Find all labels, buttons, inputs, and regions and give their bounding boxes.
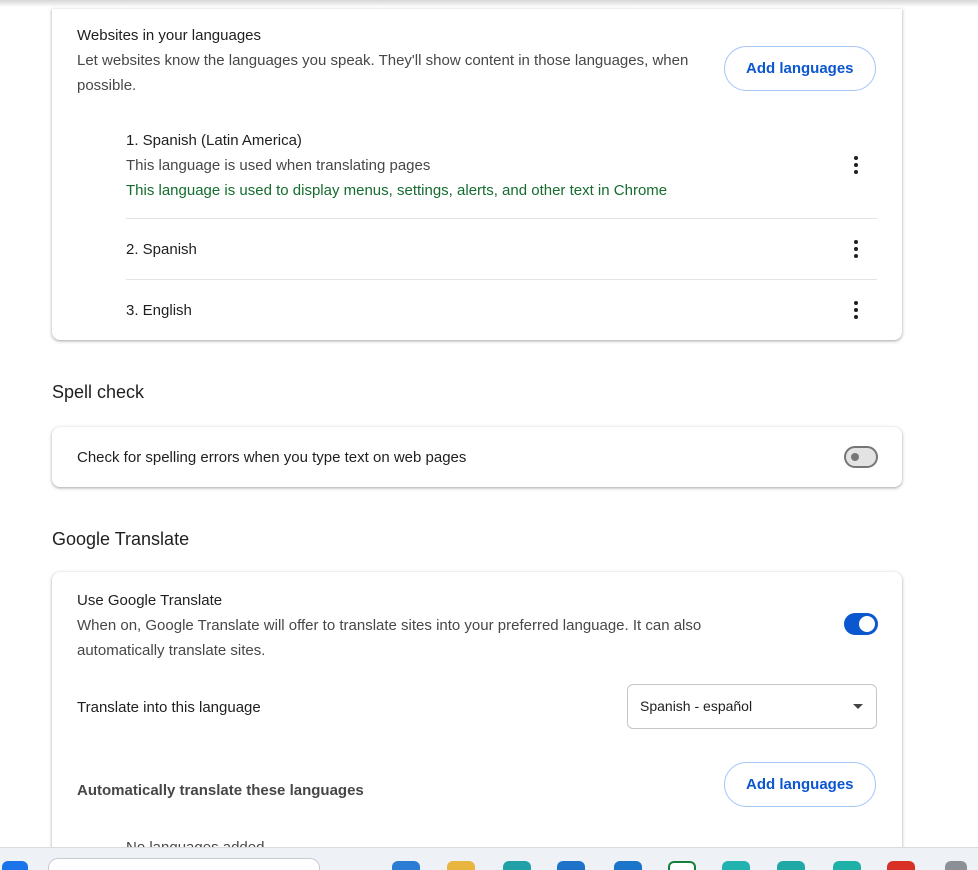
- add-languages-button[interactable]: Add languages: [724, 46, 876, 91]
- more-options-icon[interactable]: [844, 153, 868, 177]
- dropdown-caret-icon: [853, 704, 863, 709]
- spell-check-toggle[interactable]: [844, 446, 878, 468]
- translate-language-value: Spanish - español: [640, 698, 753, 714]
- settings-icon[interactable]: [945, 861, 967, 870]
- scroll-shadow: [0, 0, 978, 7]
- google-translate-toggle[interactable]: [844, 613, 878, 635]
- app-icon[interactable]: [722, 861, 750, 870]
- language-item-ui-note: This language is used to display menus, …: [126, 182, 668, 199]
- language-item-note: This language is used when translating p…: [126, 157, 431, 174]
- app-icon[interactable]: [392, 861, 420, 870]
- languages-card: Websites in your languages Let websites …: [52, 9, 902, 340]
- google-translate-heading: Google Translate: [52, 529, 190, 549]
- app-icon[interactable]: [503, 861, 531, 870]
- chrome-icon[interactable]: [887, 861, 915, 870]
- taskbar: [0, 847, 978, 870]
- use-translate-title: Use Google Translate: [77, 592, 223, 609]
- language-item-label: 3. English: [126, 302, 192, 319]
- translate-language-select[interactable]: Spanish - español: [627, 684, 877, 729]
- more-options-icon[interactable]: [844, 298, 868, 322]
- spell-check-heading: Spell check: [52, 382, 145, 402]
- language-item-label: 1. Spanish (Latin America): [126, 132, 302, 149]
- divider: [126, 279, 877, 280]
- spell-check-label: Check for spelling errors when you type …: [77, 449, 467, 466]
- app-icon[interactable]: [777, 861, 805, 870]
- store-icon[interactable]: [557, 861, 585, 870]
- use-translate-description: When on, Google Translate will offer to …: [77, 617, 702, 659]
- toggle-knob: [851, 453, 859, 461]
- auto-translate-label: Automatically translate these languages: [77, 782, 364, 799]
- start-icon[interactable]: [2, 861, 28, 870]
- add-auto-translate-languages-button[interactable]: Add languages: [724, 762, 876, 807]
- more-options-icon[interactable]: [844, 237, 868, 261]
- taskbar-search-box[interactable]: [48, 858, 320, 870]
- app-icon[interactable]: [614, 861, 642, 870]
- language-item-label: 2. Spanish: [126, 241, 197, 258]
- divider: [126, 218, 877, 219]
- app-icon[interactable]: [668, 861, 696, 870]
- translate-into-label: Translate into this language: [77, 699, 261, 716]
- languages-card-title: Websites in your languages: [77, 27, 261, 44]
- google-translate-card: Use Google Translate When on, Google Tra…: [52, 572, 902, 862]
- toggle-knob: [859, 616, 875, 632]
- spell-check-card: Check for spelling errors when you type …: [52, 427, 902, 487]
- app-icon[interactable]: [833, 861, 861, 870]
- folder-icon[interactable]: [447, 861, 475, 870]
- languages-card-description: Let websites know the languages you spea…: [77, 52, 689, 94]
